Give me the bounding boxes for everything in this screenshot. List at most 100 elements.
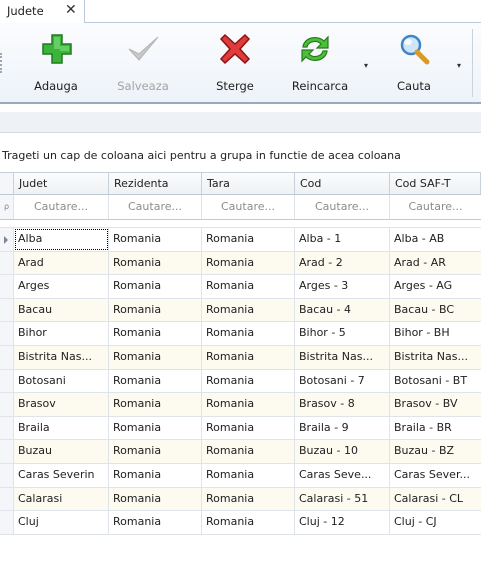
filter-input-judet[interactable]: Cautare... [14, 195, 109, 219]
cell-rezidenta[interactable]: Romania [109, 275, 202, 298]
add-button[interactable]: Adauga [22, 27, 90, 97]
row-indicator[interactable] [0, 322, 14, 345]
cell-cod-saft[interactable]: Bistrita Nas... [390, 346, 481, 369]
cell-cod-saft[interactable]: Cluj - CJ [390, 511, 481, 534]
row-indicator[interactable] [0, 487, 14, 511]
cell-tara[interactable]: Romania [202, 228, 295, 251]
cell-rezidenta[interactable]: Romania [109, 228, 202, 251]
cell-tara[interactable]: Romania [202, 275, 295, 298]
table-row[interactable]: Bistrita Nas... Romania Romania Bistrita Na… [0, 345, 481, 370]
row-indicator[interactable] [0, 416, 14, 440]
cell-judet[interactable]: Caras Severin [14, 463, 109, 487]
column-header-rezidenta[interactable]: Rezidenta [109, 173, 202, 194]
column-header-cod[interactable]: Cod [295, 173, 390, 194]
cell-cod[interactable]: Buzau - 10 [295, 440, 390, 463]
row-indicator[interactable] [0, 251, 14, 275]
cell-judet[interactable]: Brasov [14, 393, 109, 416]
cell-cod[interactable]: Botosani - 7 [295, 369, 390, 393]
toolbar-grip[interactable] [0, 53, 3, 73]
cell-cod[interactable]: Arges - 3 [295, 275, 390, 298]
cell-rezidenta[interactable]: Romania [109, 251, 202, 275]
cell-judet[interactable]: Bacau [14, 298, 109, 322]
table-row[interactable]: Bacau Romania Romania Bacau - 4 Bacau - BC [0, 298, 481, 323]
cell-judet[interactable]: Arges [14, 275, 109, 298]
cell-cod-saft[interactable]: Botosani - BT [390, 370, 481, 393]
row-indicator[interactable] [0, 463, 14, 487]
cell-rezidenta[interactable]: Romania [109, 416, 202, 440]
cell-rezidenta[interactable]: Romania [109, 298, 202, 322]
row-indicator[interactable] [0, 511, 14, 534]
group-by-panel[interactable]: Trageti un cap de coloana aici pentru a … [0, 133, 481, 173]
cell-cod-saft[interactable]: Arges - AG [390, 275, 481, 298]
search-dropdown-icon[interactable]: ▾ [457, 61, 461, 70]
table-row[interactable]: Botosani Romania Romania Botosani - 7 Botosa… [0, 369, 481, 394]
cell-rezidenta[interactable]: Romania [109, 345, 202, 369]
cell-cod[interactable]: Bistrita Nas... [295, 345, 390, 369]
close-tab-icon[interactable]: ✕ [65, 2, 77, 18]
row-indicator[interactable] [0, 440, 14, 463]
table-row[interactable]: Alba Romania Romania Alba - 1 Alba - AB [0, 228, 481, 252]
cell-judet[interactable]: Alba [14, 228, 109, 251]
cell-tara[interactable]: Romania [202, 322, 295, 345]
row-indicator[interactable] [0, 275, 14, 298]
cell-cod-saft[interactable]: Arad - AR [390, 252, 481, 275]
cell-cod-saft[interactable]: Bihor - BH [390, 322, 481, 345]
cell-judet[interactable]: Calarasi [14, 487, 109, 511]
cell-tara[interactable]: Romania [202, 440, 295, 463]
cell-rezidenta[interactable]: Romania [109, 393, 202, 416]
cell-cod[interactable]: Brasov - 8 [295, 393, 390, 416]
cell-rezidenta[interactable]: Romania [109, 440, 202, 463]
cell-cod-saft[interactable]: Bacau - BC [390, 299, 481, 322]
cell-rezidenta[interactable]: Romania [109, 511, 202, 534]
reload-dropdown-icon[interactable]: ▾ [364, 61, 368, 70]
table-row[interactable]: Arad Romania Romania Arad - 2 Arad - AR [0, 251, 481, 276]
filter-input-cod-saft[interactable]: Cautare... [390, 195, 481, 219]
column-header-cod-saft[interactable]: Cod SAF-T [390, 173, 481, 194]
cell-judet[interactable]: Cluj [14, 511, 109, 534]
cell-judet[interactable]: Arad [14, 251, 109, 275]
table-row[interactable]: Brasov Romania Romania Brasov - 8 Brasov - B… [0, 393, 481, 417]
cell-cod-saft[interactable]: Brasov - BV [390, 393, 481, 416]
cell-tara[interactable]: Romania [202, 251, 295, 275]
cell-cod-saft[interactable]: Caras Sever... [390, 464, 481, 487]
cell-rezidenta[interactable]: Romania [109, 463, 202, 487]
cell-rezidenta[interactable]: Romania [109, 322, 202, 345]
table-row[interactable]: Braila Romania Romania Braila - 9 Braila - B… [0, 416, 481, 441]
cell-cod[interactable]: Calarasi - 51 [295, 487, 390, 511]
row-indicator[interactable] [0, 298, 14, 322]
search-button[interactable]: ▾ Cauta [384, 27, 461, 97]
column-header-tara[interactable]: Tara [202, 173, 295, 194]
row-indicator[interactable] [0, 369, 14, 393]
cell-cod[interactable]: Caras Seve... [295, 463, 390, 487]
table-row[interactable]: Buzau Romania Romania Buzau - 10 Buzau - BZ [0, 440, 481, 464]
row-indicator[interactable] [0, 393, 14, 416]
cell-judet[interactable]: Bistrita Nas... [14, 345, 109, 369]
row-indicator[interactable] [0, 228, 14, 251]
tab-judete[interactable]: Judete ✕ [0, 0, 85, 24]
table-row[interactable]: Caras Severin Romania Romania Caras Seve...… [0, 463, 481, 488]
cell-tara[interactable]: Romania [202, 463, 295, 487]
cell-cod[interactable]: Braila - 9 [295, 416, 390, 440]
filter-input-rezidenta[interactable]: Cautare... [109, 195, 202, 219]
cell-tara[interactable]: Romania [202, 369, 295, 393]
cell-tara[interactable]: Romania [202, 416, 295, 440]
filter-input-tara[interactable]: Cautare... [202, 195, 295, 219]
cell-cod[interactable]: Alba - 1 [295, 228, 390, 251]
cell-rezidenta[interactable]: Romania [109, 487, 202, 511]
cell-cod[interactable]: Arad - 2 [295, 251, 390, 275]
cell-tara[interactable]: Romania [202, 345, 295, 369]
cell-cod-saft[interactable]: Buzau - BZ [390, 440, 481, 463]
cell-judet[interactable]: Bihor [14, 322, 109, 345]
cell-cod[interactable]: Bihor - 5 [295, 322, 390, 345]
cell-tara[interactable]: Romania [202, 511, 295, 534]
cell-tara[interactable]: Romania [202, 487, 295, 511]
cell-cod-saft[interactable]: Braila - BR [390, 417, 481, 440]
cell-tara[interactable]: Romania [202, 393, 295, 416]
reload-button[interactable]: ▾ Reincarca [284, 27, 368, 97]
cell-tara[interactable]: Romania [202, 298, 295, 322]
save-button[interactable]: Salveaza [104, 27, 182, 97]
cell-judet[interactable]: Braila [14, 416, 109, 440]
column-header-judet[interactable]: Judet [14, 173, 109, 194]
table-row[interactable]: Bihor Romania Romania Bihor - 5 Bihor - BH [0, 322, 481, 346]
cell-cod[interactable]: Cluj - 12 [295, 511, 390, 534]
